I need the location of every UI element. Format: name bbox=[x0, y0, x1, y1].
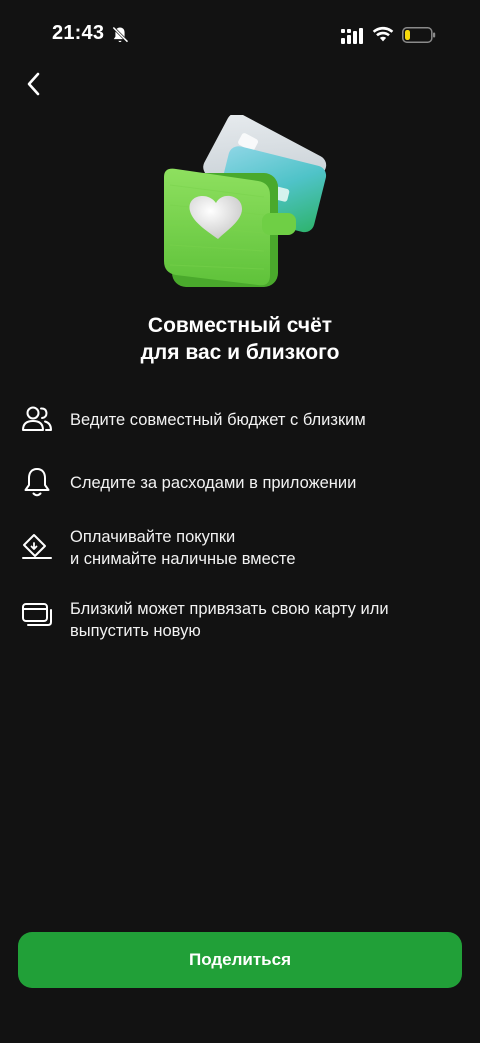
feature-line: Следите за расходами в приложении bbox=[70, 474, 357, 492]
feature-line: Ведите совместный бюджет с близким bbox=[70, 411, 366, 429]
battery-icon bbox=[402, 27, 436, 43]
title-line-2: для вас и близкого bbox=[140, 341, 340, 364]
page-title: Совместный счёт для вас и близкого bbox=[0, 312, 480, 366]
wallet-illustration bbox=[164, 115, 327, 287]
feature-line: и снимайте наличные вместе bbox=[70, 550, 296, 568]
back-button[interactable] bbox=[16, 66, 52, 102]
feature-text: Близкий может привязать свою карту или в… bbox=[70, 598, 450, 642]
bell-off-icon bbox=[112, 26, 129, 43]
chevron-left-icon bbox=[27, 72, 40, 96]
feature-text: Ведите совместный бюджет с близким bbox=[70, 409, 450, 431]
wifi-icon bbox=[372, 26, 394, 42]
feature-line: Близкий может привязать свою карту или bbox=[70, 600, 389, 618]
people-icon bbox=[22, 406, 52, 431]
title-line-1: Совместный счёт bbox=[147, 314, 333, 337]
feature-line: выпустить новую bbox=[70, 622, 201, 640]
feature-line: Оплачивайте покупки bbox=[70, 528, 236, 546]
cash-payment-icon bbox=[22, 534, 52, 559]
status-bar: 21:43 bbox=[0, 0, 480, 70]
cards-icon bbox=[22, 603, 52, 626]
signal-icon bbox=[341, 28, 363, 44]
share-button[interactable]: Поделиться bbox=[18, 932, 462, 988]
feature-text: Оплачивайте покупки и снимайте наличные … bbox=[70, 526, 450, 570]
feature-text: Следите за расходами в приложении bbox=[70, 472, 450, 494]
status-time: 21:43 bbox=[52, 22, 105, 44]
bell-icon bbox=[24, 468, 50, 497]
